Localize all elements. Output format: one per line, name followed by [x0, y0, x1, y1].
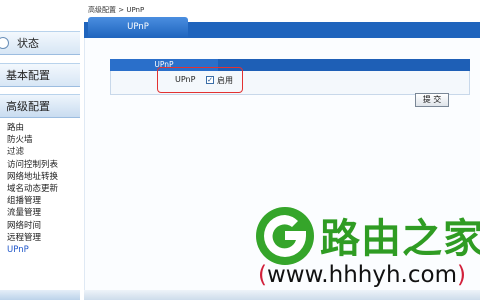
watermark-url-text: www.hhhyh.com — [266, 262, 457, 288]
sidebar-bottom-bar — [0, 290, 80, 300]
sidebar-section-status[interactable]: 状态 — [0, 31, 80, 55]
submit-button[interactable]: 提 交 — [415, 93, 449, 107]
submenu-item-remote[interactable]: 远程管理 — [0, 232, 80, 244]
tab-upnp[interactable]: UPnP — [88, 17, 188, 38]
sidebar-section-label: 高级配置 — [6, 100, 50, 113]
sidebar-section-label: 状态 — [17, 37, 39, 50]
breadcrumb: 高级配置 > UPnP — [88, 6, 145, 14]
watermark-title: 路由之家 — [320, 216, 480, 262]
upnp-field-label: UPnP — [175, 75, 196, 84]
submenu-item-acl[interactable]: 访问控制列表 — [0, 159, 80, 171]
submenu-item-traffic[interactable]: 流量管理 — [0, 207, 80, 219]
sidebar-section-basic-config[interactable]: 基本配置 — [0, 63, 80, 87]
sidebar-section-label: 基本配置 — [6, 69, 50, 82]
submenu-item-ntp[interactable]: 网络时间 — [0, 220, 80, 232]
watermark-paren-open: ( — [258, 262, 267, 288]
submenu-item-filter[interactable]: 过滤 — [0, 146, 80, 158]
submenu-item-upnp[interactable]: UPnP — [0, 244, 80, 256]
bottom-bar — [84, 290, 480, 300]
submenu-item-nat[interactable]: 网络地址转换 — [0, 171, 80, 183]
submenu-item-ddns[interactable]: 域名动态更新 — [0, 183, 80, 195]
watermark-url: (www.hhhyh.com) — [258, 262, 466, 288]
submenu-item-multicast[interactable]: 组播管理 — [0, 195, 80, 207]
sidebar-top — [0, 0, 80, 26]
watermark-logo-icon — [256, 207, 314, 265]
enable-label: 启用 — [217, 76, 233, 85]
submenu-item-routing[interactable]: 路由 — [0, 122, 80, 134]
submenu-item-firewall[interactable]: 防火墙 — [0, 134, 80, 146]
watermark-paren-close: ) — [456, 262, 466, 288]
upnp-enable-checkbox[interactable]: ✓ — [206, 76, 214, 84]
status-icon — [0, 37, 9, 49]
advanced-submenu: 路由 防火墙 过滤 访问控制列表 网络地址转换 域名动态更新 组播管理 流量管理… — [0, 122, 80, 256]
sidebar: 状态 基本配置 高级配置 路由 防火墙 过滤 访问控制列表 网络地址转换 域名动… — [0, 0, 80, 300]
sidebar-section-advanced-config[interactable]: 高级配置 — [0, 94, 80, 118]
